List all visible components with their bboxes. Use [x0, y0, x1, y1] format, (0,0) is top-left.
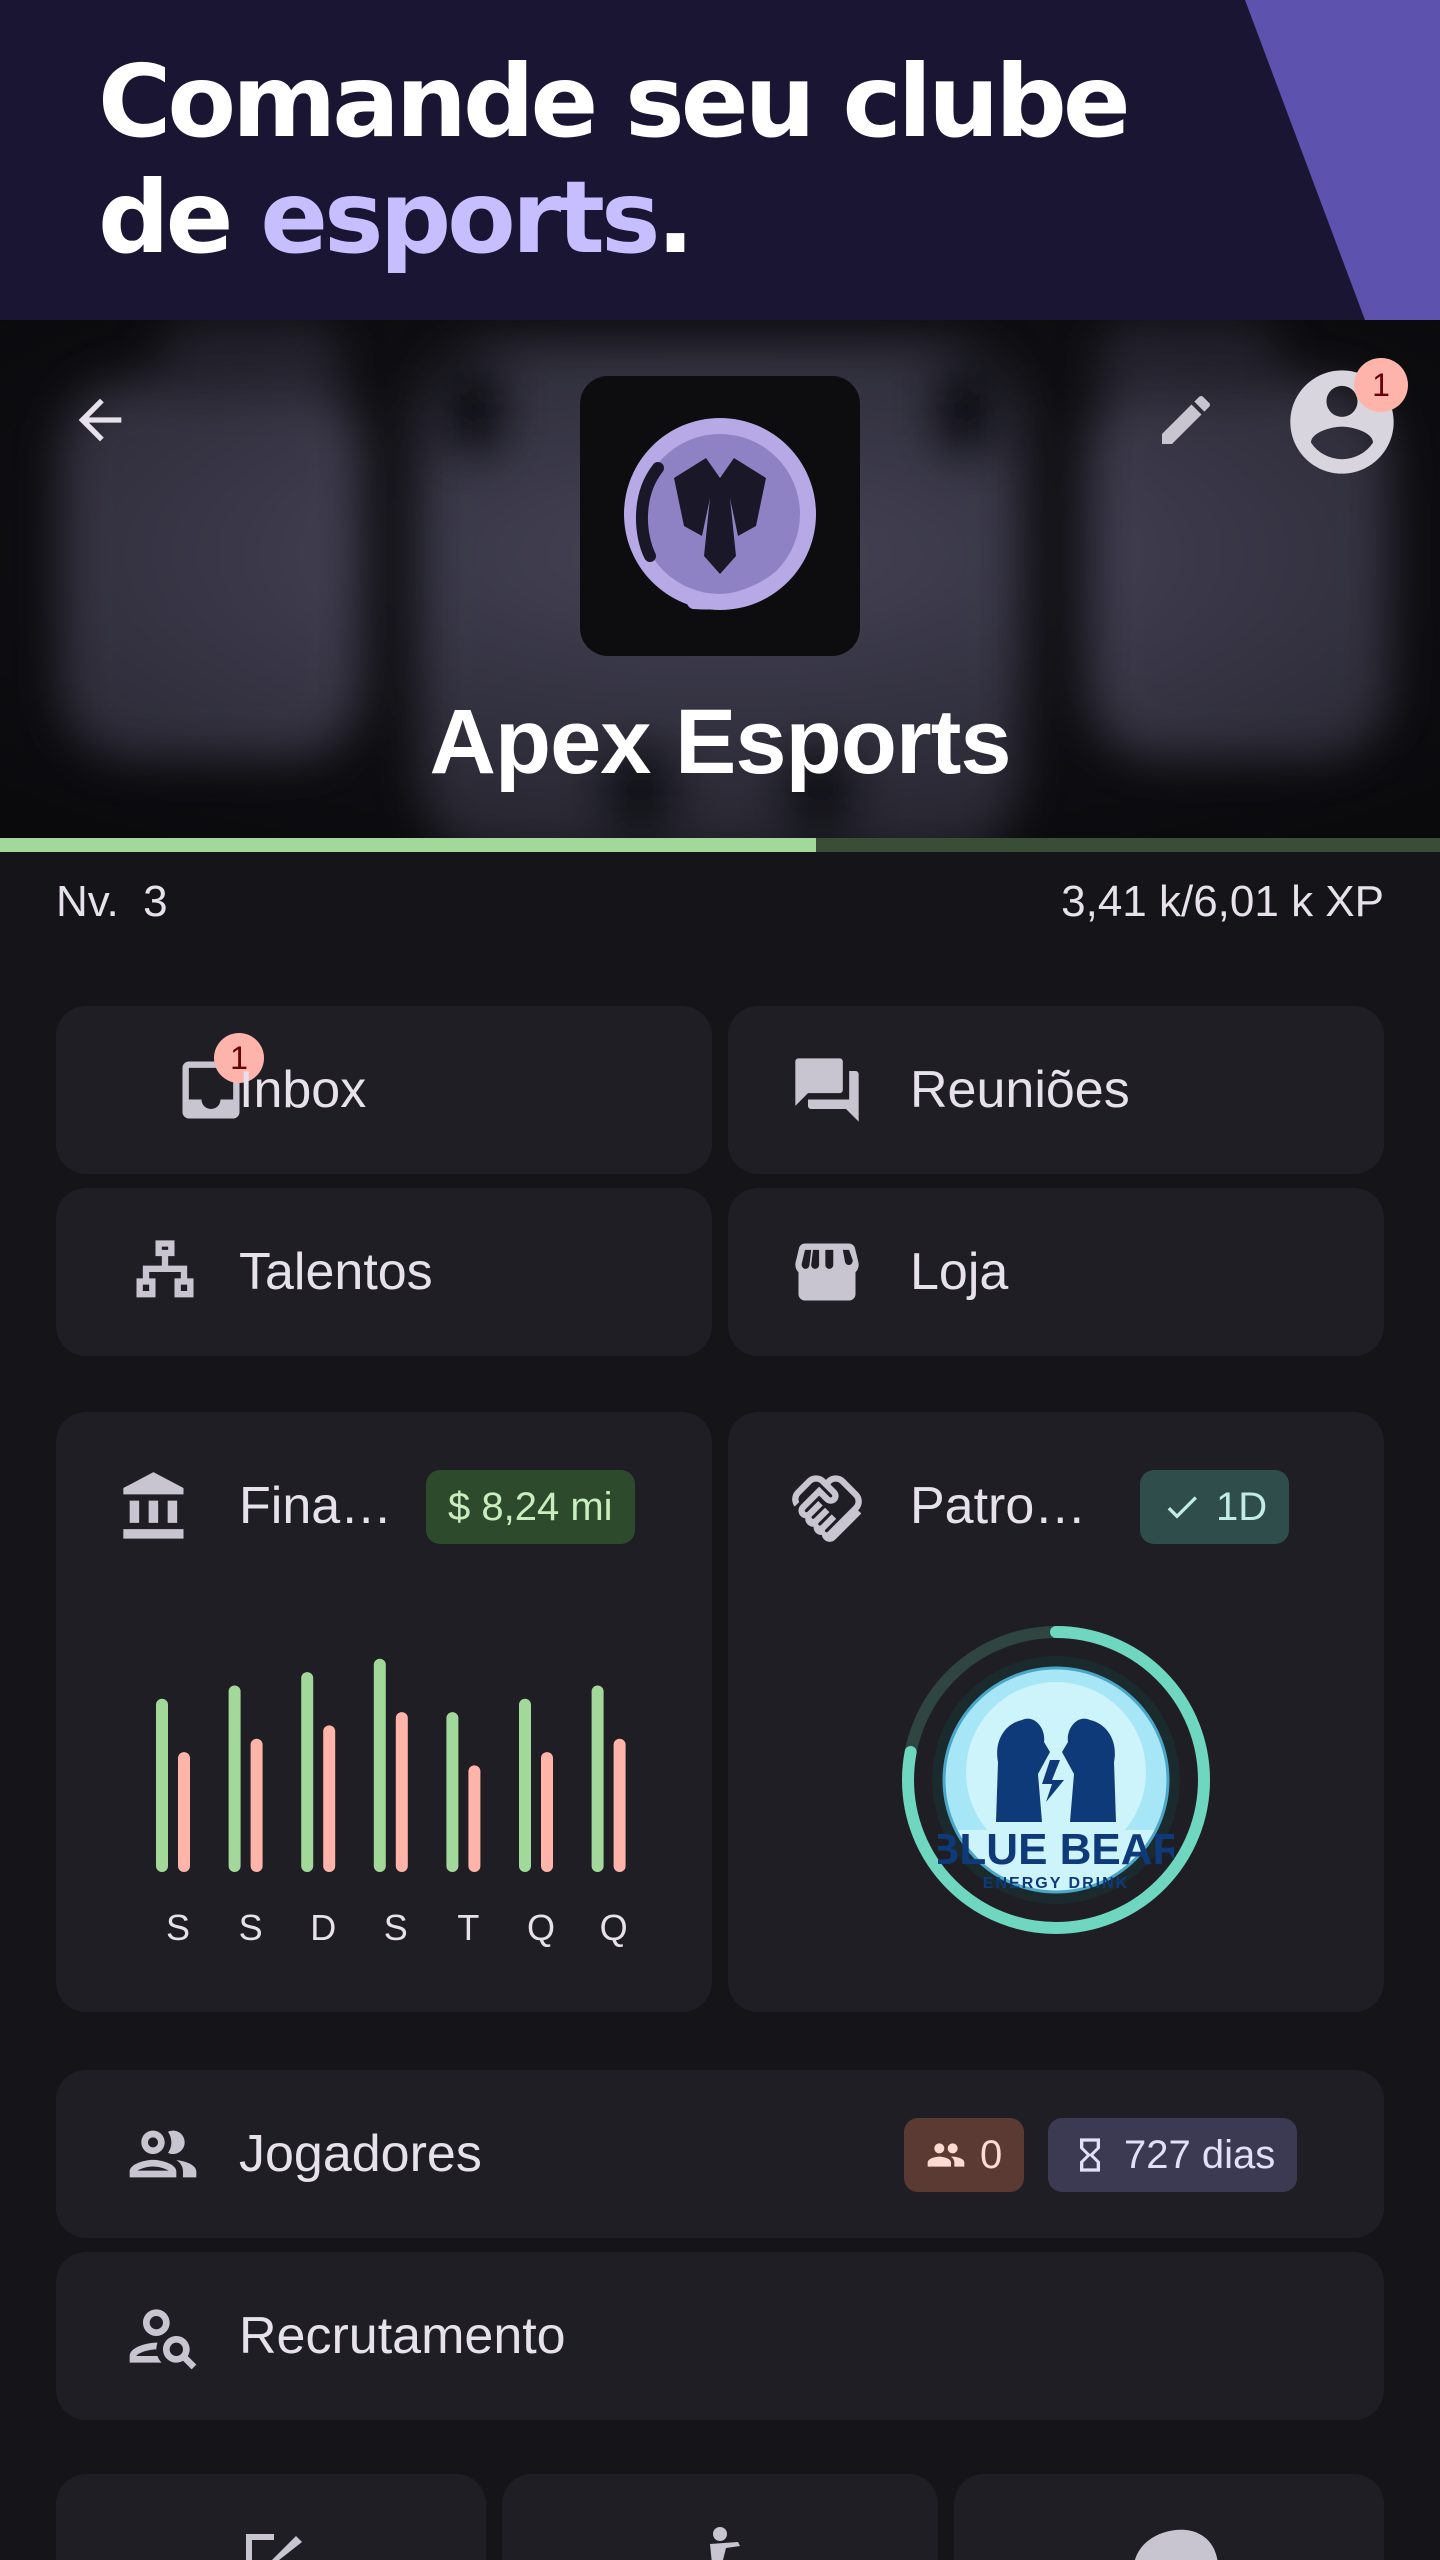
- arrow-left-icon: [78, 398, 122, 442]
- inbox-label: Inbox: [239, 1061, 367, 1119]
- inbox-tile[interactable]: 1 Inbox: [56, 1006, 712, 1174]
- level-label: Nv. 3: [56, 877, 168, 926]
- club-logo: [580, 376, 860, 656]
- person-search-icon: [129, 2309, 197, 2370]
- finance-day-label: S: [166, 1907, 190, 1948]
- expense-bar-5: [541, 1752, 553, 1872]
- level-row: Nv. 3 3,41 k/6,01 k XP: [56, 870, 1384, 934]
- recruitment-tile[interactable]: Recrutamento: [56, 2252, 1384, 2420]
- xp-progress-fill: [0, 838, 817, 852]
- promo-headline-line2: de esports.: [98, 159, 695, 276]
- income-bar-3: [373, 1658, 386, 1872]
- sponsor-logo-subtext: ENERGY DRINK: [983, 1875, 1129, 1892]
- xp-text: 3,41 k/6,01 k XP: [1061, 877, 1384, 926]
- promo-headline-line1: Comande seu clube: [98, 43, 1131, 160]
- finance-day-label: Q: [600, 1907, 628, 1948]
- sponsor-logo-text: BLUE BEAR: [938, 1825, 1174, 1874]
- profile-button[interactable]: 1: [1280, 358, 1408, 484]
- finance-day-label: D: [310, 1907, 336, 1948]
- sponsor-logo: BLUE BEAR ENERGY DRINK: [938, 1666, 1174, 1894]
- income-bar-5: [519, 1698, 531, 1872]
- bottom-tile-2[interactable]: [502, 2474, 938, 2560]
- expense-bar-4: [468, 1765, 481, 1872]
- income-bar-4: [446, 1712, 459, 1872]
- soldier-icon: [710, 2527, 740, 2560]
- income-bar-1: [228, 1685, 241, 1872]
- players-tile[interactable]: Jogadores 0 727 dias: [56, 2070, 1384, 2238]
- helmet-icon: [1135, 2529, 1218, 2560]
- players-count-chip: 0: [904, 2118, 1025, 2192]
- shop-label: Loja: [910, 1243, 1009, 1301]
- sponsors-title: Patro…: [910, 1477, 1087, 1535]
- expense-bar-6: [613, 1738, 626, 1872]
- expense-bar-0: [178, 1752, 190, 1872]
- meetings-tile[interactable]: Reuniões: [728, 1006, 1384, 1174]
- sponsor-duration-chip: 1D: [1140, 1470, 1290, 1544]
- promo-accent-stripe: [1245, 0, 1440, 320]
- shop-tile[interactable]: Loja: [728, 1188, 1384, 1356]
- people-icon: [129, 2130, 197, 2178]
- expense-bar-2: [323, 1725, 336, 1872]
- income-bar-6: [591, 1685, 604, 1872]
- finance-day-label: T: [457, 1907, 479, 1948]
- players-days-chip: 727 dias: [1048, 2118, 1298, 2192]
- hourglass-icon: [1080, 2138, 1100, 2172]
- sponsor-duration-text: 1D: [1216, 1484, 1268, 1529]
- finance-day-label: S: [239, 1907, 263, 1948]
- forum-icon: [795, 1058, 859, 1122]
- org-chart-icon-wrap: [120, 1227, 210, 1317]
- group-icon: [927, 2143, 965, 2167]
- club-crest-icon: [624, 418, 816, 610]
- profile-notification-badge: 1: [1354, 358, 1408, 412]
- org-chart-icon: [136, 1240, 194, 1298]
- meetings-label: Reuniões: [910, 1061, 1130, 1119]
- finance-day-label: S: [384, 1907, 408, 1948]
- club-header: 1 Apex Esports: [0, 320, 1440, 840]
- club-dashboard-screen: Comande seu clube de esports. 1 Apex Esp…: [0, 0, 1440, 2560]
- edit-square-icon: [246, 2534, 302, 2560]
- forum-icon-wrap: [782, 1045, 872, 1135]
- back-button[interactable]: [60, 380, 140, 460]
- handshake-icon: [792, 1475, 862, 1542]
- recruitment-label: Recrutamento: [239, 2307, 566, 2365]
- handshake-icon-wrap: [782, 1462, 872, 1552]
- pencil-icon: [1162, 395, 1211, 444]
- players-days: 727 dias: [1124, 2132, 1276, 2177]
- talents-tile[interactable]: Talentos: [56, 1188, 712, 1356]
- expense-bar-3: [395, 1712, 408, 1872]
- bottom-tile-1[interactable]: [56, 2474, 486, 2560]
- person-search-icon-wrap: [118, 2291, 208, 2381]
- promo-accent-word: esports: [260, 159, 660, 276]
- finance-day-label: Q: [527, 1907, 555, 1948]
- club-name: Apex Esports: [429, 691, 1011, 793]
- players-count: 0: [980, 2132, 1003, 2177]
- finance-bar-chart: SSDSTQQ: [156, 1658, 628, 1948]
- people-icon-wrap: [118, 2109, 208, 2199]
- income-bar-2: [301, 1672, 314, 1872]
- sponsors-card[interactable]: Patro… 1D BLUE BEAR ENERGY DRINK: [728, 1412, 1384, 2012]
- expense-bar-1: [250, 1738, 263, 1872]
- xp-progress-bar: [0, 838, 1440, 852]
- check-icon: [1167, 1496, 1197, 1519]
- edit-club-button[interactable]: [1146, 380, 1226, 460]
- promo-banner: Comande seu clube de esports.: [0, 0, 1440, 320]
- talents-label: Talentos: [239, 1243, 433, 1301]
- players-label: Jogadores: [239, 2125, 482, 2183]
- storefront-icon: [795, 1243, 859, 1301]
- bottom-tile-3[interactable]: [954, 2474, 1384, 2560]
- income-bar-0: [156, 1698, 168, 1872]
- storefront-icon-wrap: [782, 1227, 872, 1317]
